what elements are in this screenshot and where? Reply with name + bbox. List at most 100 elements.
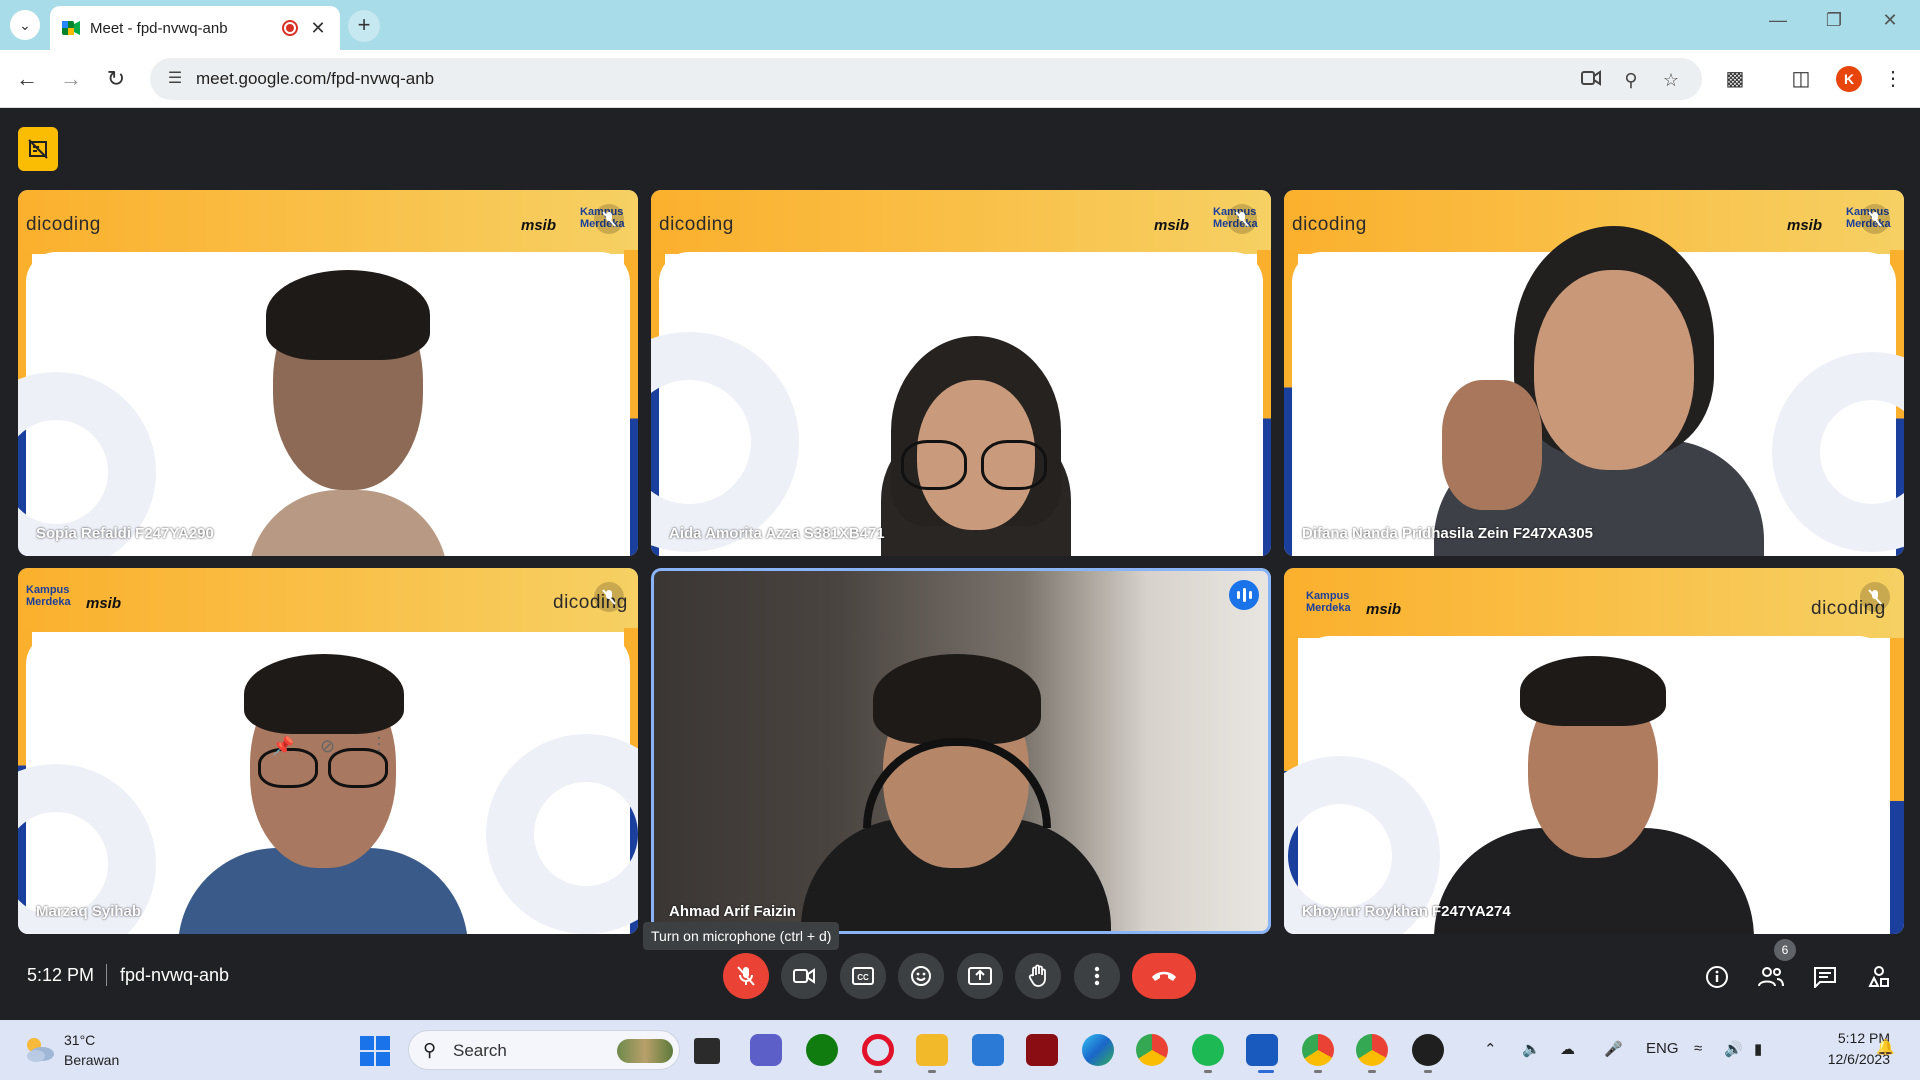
participant-tile[interactable]: dicoding msib Kampus Merdeka Aida Amorit… [651, 190, 1271, 556]
show-hidden-icons-icon[interactable]: ⌃ [1484, 1040, 1497, 1058]
app-running-indicator [1204, 1070, 1212, 1073]
chat-button[interactable] [1808, 960, 1842, 994]
mic-muted-icon [594, 582, 624, 612]
minimize-icon[interactable]: — [1758, 10, 1798, 31]
weather-temperature[interactable]: 31°C [64, 1032, 95, 1048]
microphone-toggle-button[interactable] [723, 953, 769, 999]
side-panel-icon[interactable]: ◫ [1786, 64, 1816, 94]
leave-call-button[interactable] [1132, 953, 1196, 999]
taskbar-search-box[interactable]: ⚲ Search [408, 1030, 680, 1070]
people-button[interactable] [1754, 960, 1788, 994]
recording-indicator-icon [282, 20, 298, 36]
windows-start-icon[interactable] [360, 1036, 390, 1066]
reload-icon[interactable]: ↻ [101, 64, 131, 94]
mic-off-icon [737, 966, 755, 986]
participant-name: Khoyrur Roykhan F247YA274 [1302, 903, 1511, 920]
profile-avatar[interactable]: K [1836, 66, 1862, 92]
captions-button[interactable]: CC [840, 953, 886, 999]
app-running-indicator [874, 1070, 882, 1073]
participant-name: Marzaq Syihab [36, 903, 142, 920]
zoom-icon[interactable]: ⚲ [1618, 67, 1644, 93]
meeting-details-button[interactable] [1700, 960, 1734, 994]
language-indicator[interactable]: ENG [1646, 1040, 1679, 1057]
blur-background-off-icon[interactable] [18, 127, 58, 171]
chrome-profile-icon[interactable] [1302, 1034, 1334, 1066]
window-close-icon[interactable]: ✕ [1870, 10, 1910, 31]
more-options-icon[interactable]: ⋮ [370, 734, 388, 755]
background-ring-shape [1772, 352, 1904, 552]
msib-logo: msib [1366, 601, 1402, 618]
address-bar[interactable]: ☰ meet.google.com/fpd-nvwq-anb ⚲ ☆ [150, 58, 1702, 100]
participant-name: Difana Nanda Pridhasila Zein F247XA305 [1302, 525, 1593, 542]
info-icon [1706, 966, 1728, 988]
restore-icon[interactable]: ❐ [1814, 10, 1854, 31]
end-call-icon [1152, 971, 1176, 981]
spotify-icon[interactable] [1192, 1034, 1224, 1066]
search-placeholder: Search [453, 1041, 507, 1060]
activities-button[interactable] [1862, 960, 1896, 994]
present-now-button[interactable] [957, 953, 1003, 999]
mail-icon[interactable] [972, 1034, 1004, 1066]
word-icon[interactable] [1246, 1034, 1278, 1066]
more-options-button[interactable] [1074, 953, 1120, 999]
chrome-menu-icon[interactable]: ⋮ [1878, 64, 1908, 94]
present-screen-icon [968, 967, 992, 985]
back-arrow-icon[interactable]: ← [12, 64, 42, 94]
obs-studio-icon[interactable] [1412, 1034, 1444, 1066]
app-running-indicator [928, 1070, 936, 1073]
chat-icon [1814, 967, 1836, 988]
background-stripe-right [1890, 638, 1904, 934]
speaker-device-icon[interactable]: 🔈 [1522, 1040, 1541, 1058]
chrome-profile-icon[interactable] [1356, 1034, 1388, 1066]
extensions-puzzle-icon[interactable]: ▩ [1720, 64, 1750, 94]
weather-description[interactable]: Berawan [64, 1052, 119, 1068]
task-view-icon[interactable] [694, 1038, 720, 1064]
microphone-in-use-icon[interactable]: 🎤 [1604, 1040, 1623, 1058]
battery-icon[interactable]: ▮ [1754, 1040, 1762, 1058]
app-running-indicator [1424, 1070, 1432, 1073]
cloudy-weather-icon[interactable] [22, 1034, 56, 1064]
raise-hand-button[interactable] [1015, 953, 1061, 999]
app-running-indicator [1368, 1070, 1376, 1073]
teams-chat-icon[interactable] [750, 1034, 782, 1066]
active-speaker-border [651, 568, 1271, 934]
browser-tab-strip: ⌄ Meet - fpd-nvwq-anb ✕ + — ❐ ✕ [0, 0, 1920, 50]
windows-taskbar: 31°C Berawan ⚲ Search ⌃ 🔈 ☁ 🎤 ENG ≈ 🔊 ▮ … [0, 1020, 1920, 1080]
camera-toggle-button[interactable] [781, 953, 827, 999]
mute-participant-icon[interactable]: ⊘ [320, 736, 335, 757]
participant-tile[interactable]: Kampus Merdeka msib dicoding 📌 ⊘ ⋮ Marza… [18, 568, 638, 934]
new-tab-button[interactable]: + [348, 10, 380, 42]
participant-tile[interactable]: Kampus Merdeka msib dicoding Khoyrur Roy… [1284, 568, 1904, 934]
opera-browser-icon[interactable] [862, 1034, 894, 1066]
tab-close-icon[interactable]: ✕ [308, 18, 328, 39]
camera-in-use-icon[interactable] [1578, 67, 1604, 93]
search-icon: ⚲ [423, 1040, 437, 1060]
site-settings-icon[interactable]: ☰ [164, 68, 186, 90]
meeting-time: 5:12 PM [27, 965, 95, 985]
url-text[interactable]: meet.google.com/fpd-nvwq-anb [196, 69, 434, 89]
wifi-icon[interactable]: ≈ [1694, 1040, 1702, 1057]
msib-logo: msib [1787, 217, 1823, 234]
bookmark-star-icon[interactable]: ☆ [1658, 67, 1684, 93]
tab-search-dropdown-icon[interactable]: ⌄ [10, 10, 40, 40]
xbox-icon[interactable] [806, 1034, 838, 1066]
browser-tab-meet[interactable]: Meet - fpd-nvwq-anb ✕ [50, 6, 340, 50]
edge-browser-icon[interactable] [1082, 1034, 1114, 1066]
participant-tile-active-speaker[interactable]: Ahmad Arif Faizin [651, 568, 1271, 934]
dicoding-logo: dicoding [659, 214, 734, 235]
chrome-browser-icon[interactable] [1136, 1034, 1168, 1066]
game-app-icon[interactable] [1026, 1034, 1058, 1066]
forward-arrow-icon[interactable]: → [56, 64, 86, 94]
volume-icon[interactable]: 🔊 [1724, 1040, 1743, 1058]
kampus-merdeka-logo: Kampus Merdeka [26, 584, 71, 608]
reactions-button[interactable] [898, 953, 944, 999]
participant-count-badge: 6 [1774, 939, 1796, 961]
participant-name: Ahmad Arif Faizin [669, 903, 796, 920]
participant-tile[interactable]: dicoding msib Kampus Merdeka Sopia Refal… [18, 190, 638, 556]
pin-icon[interactable]: 📌 [272, 736, 294, 757]
more-vertical-icon [1094, 966, 1100, 986]
onedrive-cloud-icon[interactable]: ☁ [1560, 1040, 1575, 1058]
file-explorer-icon[interactable] [916, 1034, 948, 1066]
participant-tile[interactable]: dicoding msib Kampus Merdeka Difana Nand… [1284, 190, 1904, 556]
notification-bell-icon[interactable]: 🔔 [1876, 1038, 1895, 1056]
